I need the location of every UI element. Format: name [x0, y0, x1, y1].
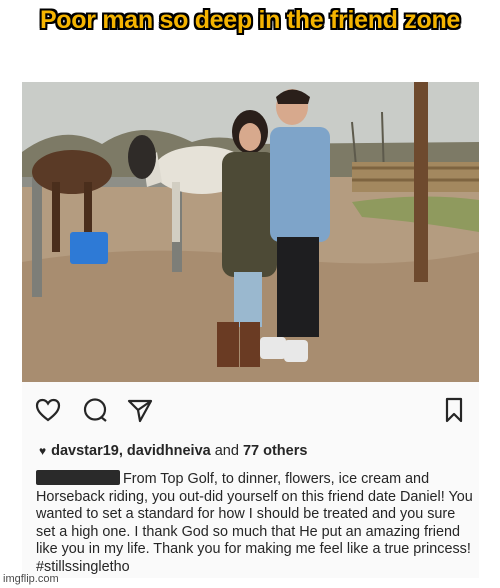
couple-with-horses-photo [22, 82, 479, 382]
likes-and-text: and [214, 443, 239, 459]
post-photo [22, 82, 479, 382]
likes-heart-icon: ♥ [39, 444, 47, 458]
post-actions-bar [22, 392, 479, 428]
likes-others-count[interactable]: 77 others [243, 443, 307, 459]
liked-by-names[interactable]: davstar19, davidhneiva [51, 443, 211, 459]
redacted-username [36, 470, 120, 485]
send-paper-plane-icon[interactable] [126, 396, 154, 424]
likes-summary: ♥ davstar19, davidhneiva and 77 others [39, 443, 307, 459]
meme-title: Poor man so deep in the friend zone [39, 6, 461, 34]
instagram-post: ♥ davstar19, davidhneiva and 77 others Fr… [22, 82, 479, 578]
comment-bubble-icon[interactable] [81, 396, 109, 424]
post-caption: From Top Golf, to dinner, flowers, ice c… [36, 470, 476, 576]
bookmark-icon[interactable] [440, 396, 468, 424]
heart-outline-icon[interactable] [34, 396, 62, 424]
imgflip-watermark: imgflip.com [3, 573, 59, 585]
caption-text: From Top Golf, to dinner, flowers, ice c… [36, 471, 473, 575]
